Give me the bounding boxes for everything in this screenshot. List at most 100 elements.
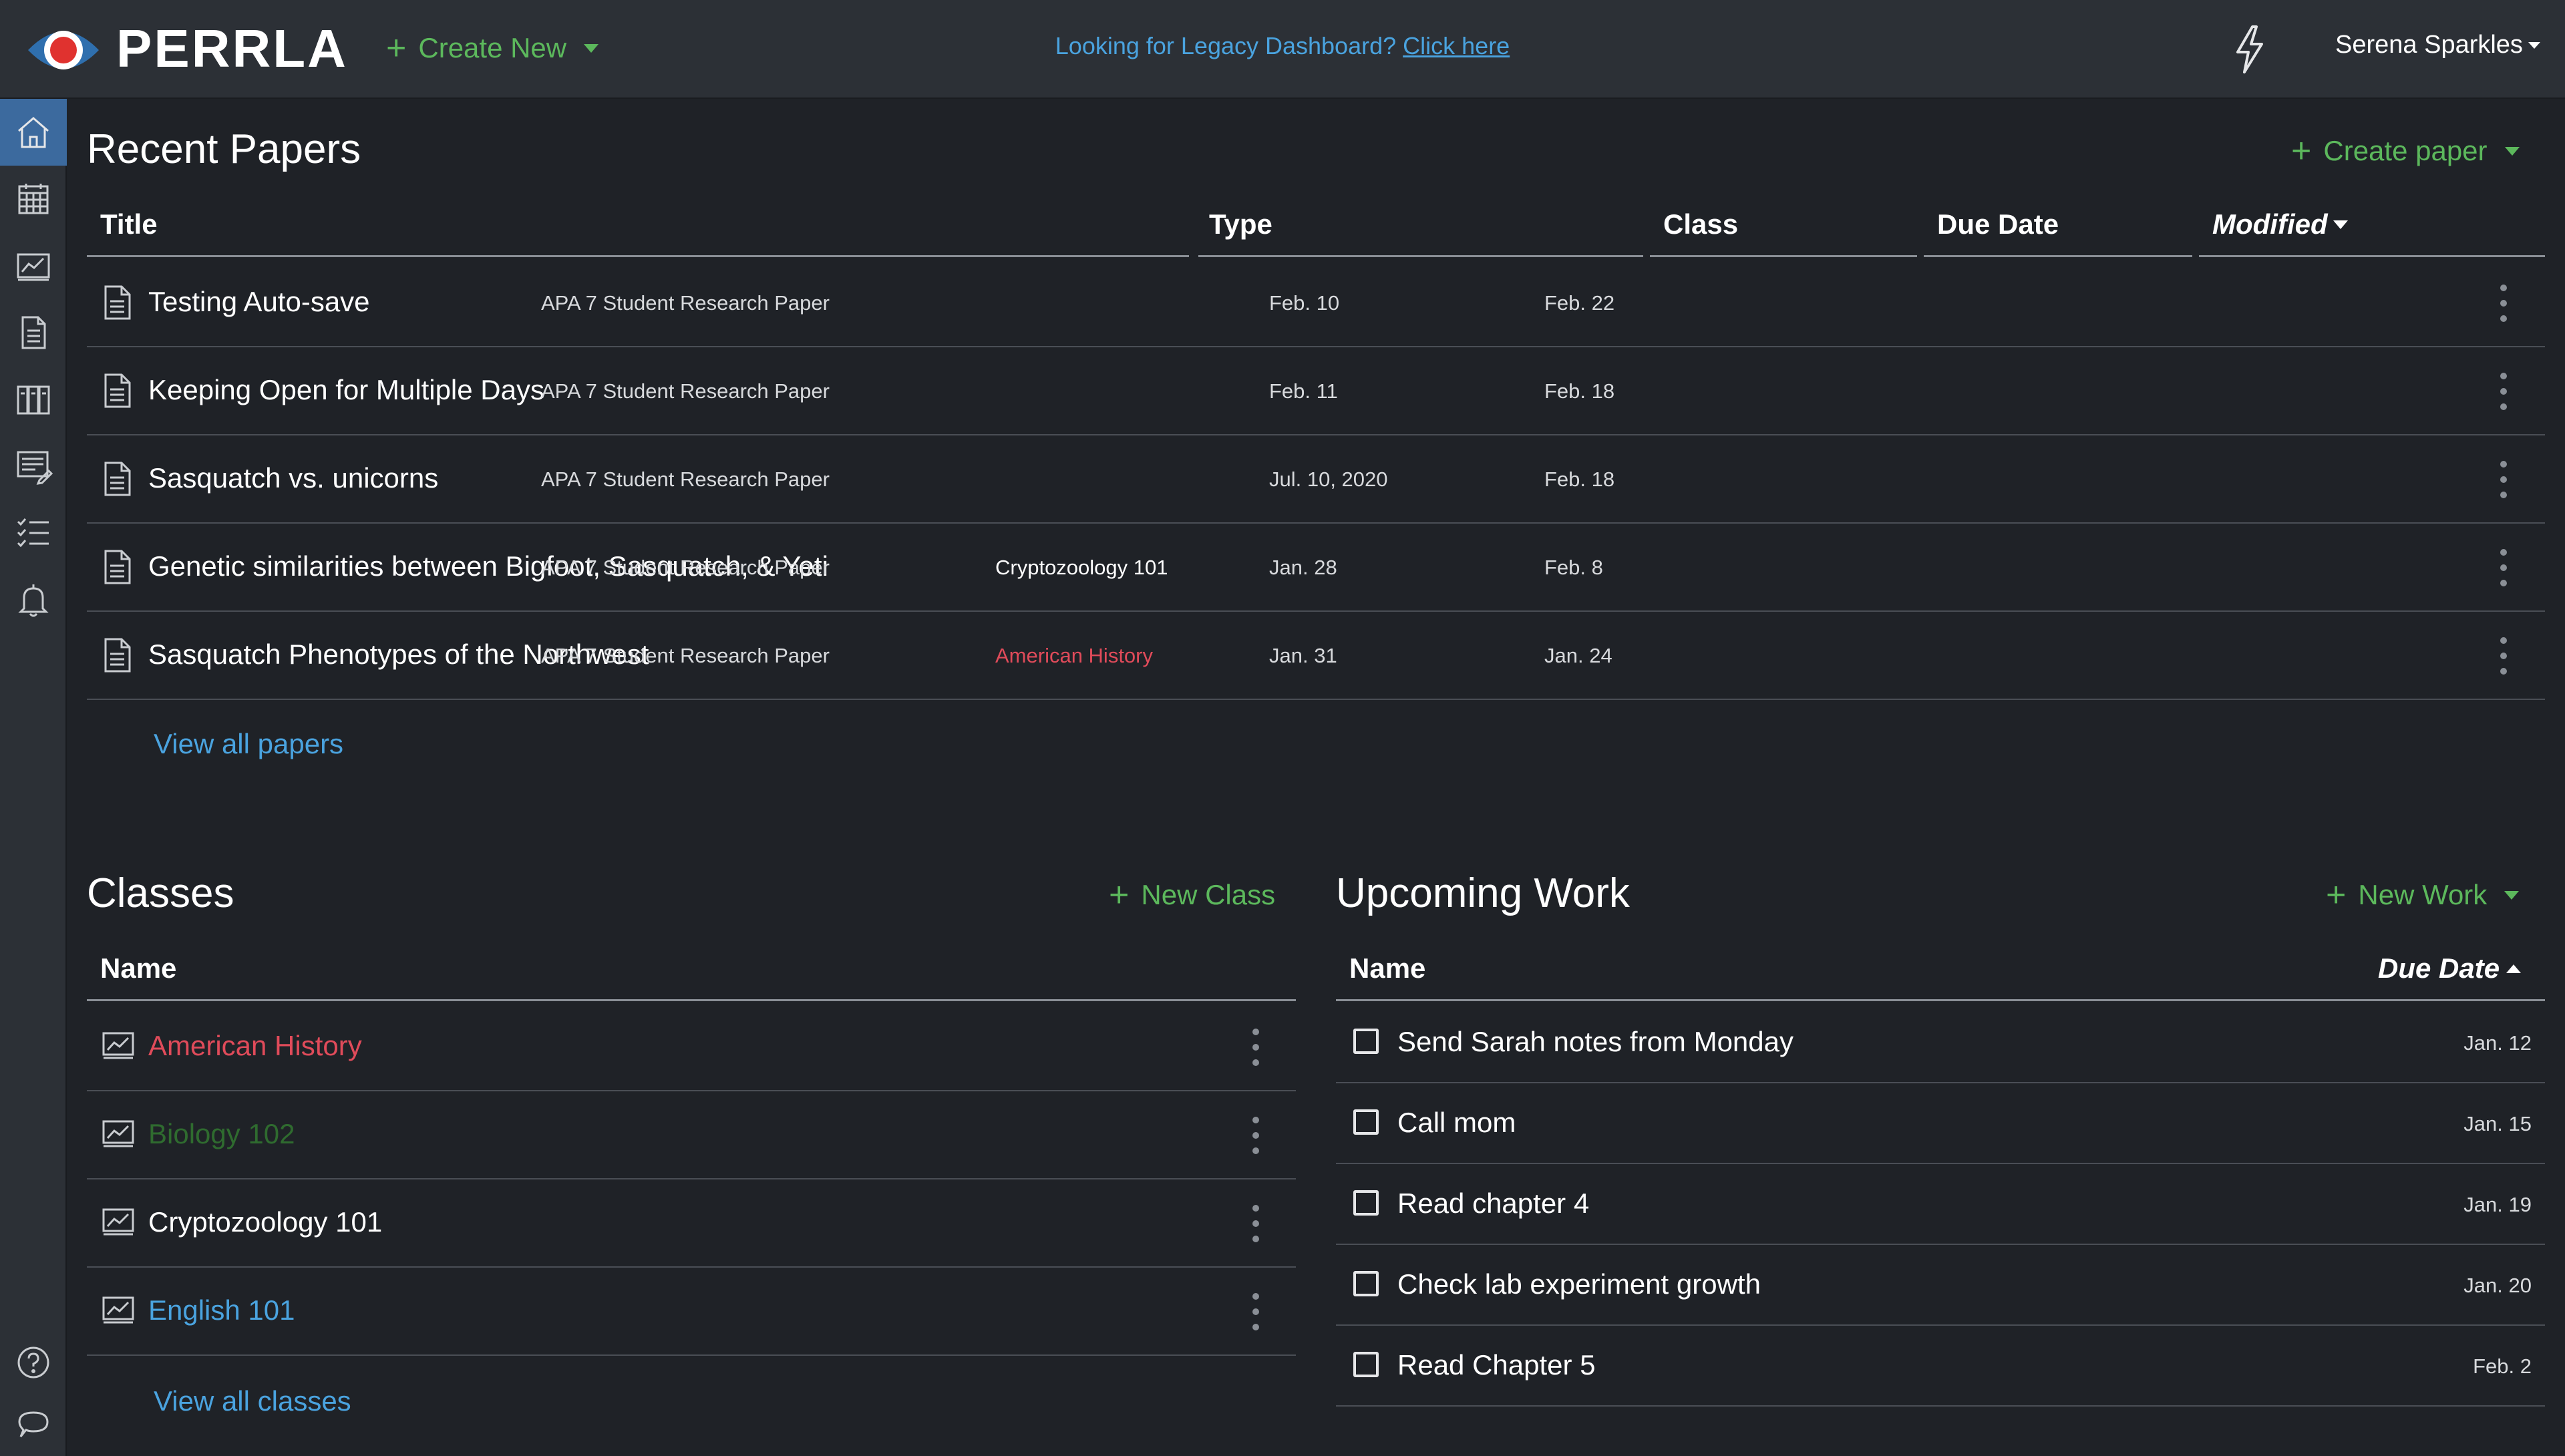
column-header-name[interactable]: Name	[1349, 952, 1425, 984]
paper-due-date: Jul. 10, 2020	[1269, 468, 1388, 491]
task-name[interactable]: Call mom	[1397, 1107, 1516, 1139]
more-options-icon[interactable]	[2497, 637, 2510, 675]
more-options-icon[interactable]	[1249, 1205, 1262, 1242]
create-new-button[interactable]: + Create New	[386, 27, 599, 69]
caret-down-icon	[2504, 890, 2520, 900]
column-header-due-date[interactable]: Due Date	[2378, 952, 2522, 984]
sidebar-item-papers[interactable]	[0, 299, 67, 366]
legacy-dashboard-link[interactable]: Click here	[1403, 32, 1510, 59]
sidebar-item-help[interactable]	[0, 1329, 67, 1396]
view-all-classes-link[interactable]: View all classes	[154, 1385, 351, 1417]
list-item[interactable]: Check lab experiment growth Jan. 20	[1336, 1244, 2545, 1324]
create-paper-label: Create paper	[2323, 135, 2488, 166]
brand-name[interactable]: PERRLA	[116, 17, 348, 80]
table-row[interactable]: Sasquatch Phenotypes of the Northwest AP…	[87, 610, 2545, 699]
chart-icon	[102, 1120, 134, 1147]
more-options-icon[interactable]	[2497, 285, 2510, 322]
more-options-icon[interactable]	[2497, 461, 2510, 498]
document-icon	[104, 550, 131, 584]
more-options-icon[interactable]	[1249, 1293, 1262, 1330]
paper-class[interactable]: American History	[995, 644, 1153, 668]
list-item[interactable]: English 101	[87, 1266, 1296, 1354]
column-header-title[interactable]: Title	[100, 208, 158, 240]
paper-modified: Feb. 18	[1544, 379, 1615, 403]
task-name[interactable]: Check lab experiment growth	[1397, 1268, 1761, 1300]
table-row[interactable]: Genetic similarities between Bigfoot, Sa…	[87, 522, 2545, 610]
legacy-dashboard-notice: Looking for Legacy Dashboard? Click here	[0, 32, 2565, 60]
view-all-papers-link[interactable]: View all papers	[154, 728, 343, 760]
paper-due-date: Jan. 31	[1269, 644, 1337, 667]
new-work-label: New Work	[2358, 879, 2488, 910]
sidebar-item-classes[interactable]	[0, 232, 67, 299]
paper-title[interactable]: Testing Auto-save	[148, 286, 370, 318]
plus-icon: +	[1109, 876, 1130, 914]
task-name[interactable]: Read Chapter 5	[1397, 1349, 1596, 1381]
list-item[interactable]: Read Chapter 5 Feb. 2	[1336, 1325, 2545, 1405]
table-row[interactable]: Sasquatch vs. unicorns APA 7 Student Res…	[87, 434, 2545, 522]
column-header-name[interactable]: Name	[100, 952, 176, 984]
class-name[interactable]: English 101	[148, 1294, 295, 1326]
column-header-modified[interactable]: Modified	[2212, 208, 2348, 240]
sidebar-item-notes[interactable]	[0, 433, 67, 500]
create-paper-button[interactable]: + Create paper	[2291, 134, 2520, 168]
more-options-icon[interactable]	[1249, 1117, 1262, 1154]
class-name[interactable]: American History	[148, 1030, 362, 1062]
paper-due-date: Jan. 28	[1269, 556, 1337, 579]
plus-icon: +	[2291, 132, 2312, 170]
paper-title[interactable]: Sasquatch vs. unicorns	[148, 462, 438, 494]
row-divider	[87, 699, 2545, 700]
task-checkbox[interactable]	[1353, 1271, 1379, 1296]
perrla-logo-icon[interactable]	[25, 19, 102, 81]
caret-down-icon	[2504, 146, 2520, 156]
more-options-icon[interactable]	[2497, 549, 2510, 586]
column-header-due-date[interactable]: Due Date	[1937, 208, 2059, 240]
sidebar-item-library[interactable]	[0, 366, 67, 433]
paper-due-date: Feb. 10	[1269, 291, 1340, 315]
new-class-button[interactable]: + New Class	[1109, 878, 1275, 912]
header-underline	[87, 999, 1296, 1001]
home-icon	[18, 117, 49, 148]
task-checkbox[interactable]	[1353, 1190, 1379, 1216]
recent-papers-title: Recent Papers	[87, 126, 361, 172]
paper-title[interactable]: Keeping Open for Multiple Days	[148, 374, 544, 406]
document-icon	[21, 316, 46, 349]
table-row[interactable]: Testing Auto-save APA 7 Student Research…	[87, 258, 2545, 346]
task-checkbox[interactable]	[1353, 1029, 1379, 1054]
task-name[interactable]: Send Sarah notes from Monday	[1397, 1026, 1793, 1058]
list-item[interactable]: Read chapter 4 Jan. 19	[1336, 1163, 2545, 1244]
header-underline	[1650, 255, 1917, 257]
sidebar-item-chat[interactable]	[0, 1392, 67, 1456]
library-icon	[17, 385, 50, 415]
list-item[interactable]: Cryptozoology 101	[87, 1178, 1296, 1266]
caret-down-icon	[2528, 41, 2540, 49]
table-row[interactable]: Keeping Open for Multiple Days APA 7 Stu…	[87, 346, 2545, 434]
new-work-button[interactable]: + New Work	[2326, 878, 2520, 912]
task-name[interactable]: Read chapter 4	[1397, 1188, 1589, 1220]
class-name[interactable]: Biology 102	[148, 1118, 295, 1150]
user-menu[interactable]: Serena Sparkles	[2335, 31, 2540, 59]
document-icon	[104, 373, 131, 408]
task-checkbox[interactable]	[1353, 1352, 1379, 1377]
list-item[interactable]: Send Sarah notes from Monday Jan. 12	[1336, 1002, 2545, 1082]
sidebar-item-home[interactable]	[0, 99, 67, 166]
sidebar-item-reminders[interactable]	[0, 566, 67, 633]
task-due-date: Jan. 12	[2463, 1031, 2532, 1055]
list-item[interactable]: Biology 102	[87, 1090, 1296, 1178]
list-item[interactable]: American History	[87, 1002, 1296, 1090]
column-header-type[interactable]: Type	[1209, 208, 1272, 240]
task-due-date: Jan. 15	[2463, 1112, 2532, 1135]
lightning-bolt-icon[interactable]	[2231, 24, 2268, 75]
paper-class[interactable]: Cryptozoology 101	[995, 556, 1168, 580]
more-options-icon[interactable]	[2497, 373, 2510, 410]
sidebar-item-tasks[interactable]	[0, 500, 67, 566]
class-name[interactable]: Cryptozoology 101	[148, 1206, 382, 1238]
task-checkbox[interactable]	[1353, 1109, 1379, 1135]
plus-icon: +	[386, 29, 407, 67]
sidebar-item-calendar[interactable]	[0, 166, 67, 232]
list-item[interactable]: Call mom Jan. 15	[1336, 1083, 2545, 1163]
task-due-date: Jan. 20	[2463, 1274, 2532, 1297]
chart-icon	[102, 1032, 134, 1059]
column-header-class[interactable]: Class	[1663, 208, 1738, 240]
header-underline	[1924, 255, 2192, 257]
more-options-icon[interactable]	[1249, 1029, 1262, 1066]
